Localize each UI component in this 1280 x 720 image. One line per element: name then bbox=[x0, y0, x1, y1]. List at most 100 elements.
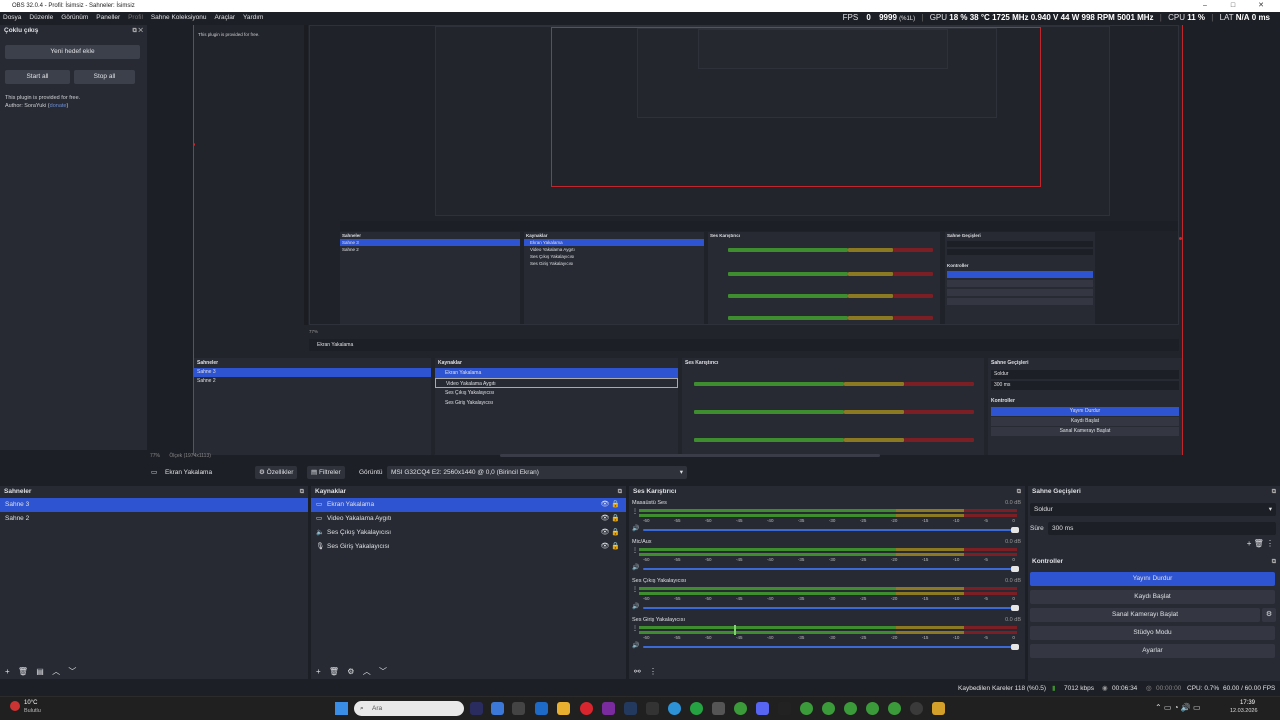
more-icon[interactable]: ⋮ bbox=[649, 667, 657, 676]
dock-float-icon[interactable]: ⧉ bbox=[1017, 486, 1021, 498]
resize-handle-left[interactable] bbox=[194, 143, 195, 146]
transition-select[interactable]: Soldur ▾ bbox=[1030, 503, 1276, 516]
visibility-lock-icons[interactable]: 👁 🔒 bbox=[600, 526, 620, 540]
dock-float-icon[interactable]: ⧉ bbox=[1272, 556, 1276, 568]
add-target-button[interactable]: Yeni hedef ekle bbox=[5, 45, 140, 59]
menu-view[interactable]: Görünüm bbox=[58, 12, 91, 24]
source-item[interactable]: ▭ Video Yakalama Aygıtı 👁 🔒 bbox=[311, 512, 626, 526]
speaker-icon[interactable]: 🔊 bbox=[632, 525, 639, 532]
volume-knob[interactable] bbox=[1011, 566, 1019, 572]
taskbar-app-icon[interactable] bbox=[535, 702, 548, 715]
source-item[interactable]: ▭ Ekran Yakalama 👁 🔒 bbox=[311, 498, 626, 512]
more-icon[interactable]: ⋮ bbox=[632, 586, 638, 593]
chevron-down-icon[interactable]: ﹀ bbox=[68, 667, 76, 676]
dock-float-icon[interactable]: ⧉ bbox=[618, 486, 622, 498]
start-all-button[interactable]: Start all bbox=[5, 70, 70, 84]
scene-item[interactable]: Sahne 3 bbox=[0, 498, 308, 512]
add-icon[interactable]: + bbox=[316, 667, 321, 676]
start-vcam-button[interactable]: Sanal Kamerayı Başlat bbox=[1030, 608, 1260, 622]
vcam-settings-icon[interactable]: ⚙ bbox=[1262, 608, 1276, 622]
tray-icons[interactable]: ⌃ ▭ ◔ 🔊 ▭ bbox=[1155, 703, 1201, 712]
dock-float-icon[interactable]: ⧉ bbox=[1272, 486, 1276, 498]
visibility-lock-icons[interactable]: 👁 🔒 bbox=[600, 512, 620, 526]
duration-input[interactable]: 300 ms bbox=[1048, 522, 1276, 535]
chrome-icon[interactable] bbox=[888, 702, 901, 715]
more-icon[interactable]: ⋮ bbox=[632, 547, 638, 554]
close-button[interactable]: ✕ bbox=[1250, 0, 1272, 12]
chevron-up-icon[interactable]: ︿ bbox=[52, 667, 60, 676]
source-item[interactable]: 🔈 Ses Çıkış Yakalayıcısı 👁 🔒 bbox=[311, 526, 626, 540]
minimize-button[interactable]: – bbox=[1194, 0, 1216, 12]
taskbar-app-icon[interactable] bbox=[470, 702, 483, 715]
menu-docks[interactable]: Paneller bbox=[93, 12, 123, 24]
gear-icon[interactable]: ⚙ bbox=[347, 667, 354, 676]
stop-all-button[interactable]: Stop all bbox=[74, 70, 135, 84]
display-select[interactable]: MSI G32CQ4 E2: 2560x1440 @ 0,0 (Birincil… bbox=[387, 466, 687, 479]
taskbar-app-icon[interactable] bbox=[778, 702, 791, 715]
source-item[interactable]: 🎙 Ses Giriş Yakalayıcısı 👁 🔒 bbox=[311, 540, 626, 554]
start-record-button[interactable]: Kaydı Başlat bbox=[1030, 590, 1275, 604]
filter-icon[interactable]: ▤ bbox=[36, 667, 44, 676]
menu-help[interactable]: Yardım bbox=[240, 12, 266, 24]
add-icon[interactable]: + bbox=[5, 667, 10, 676]
trash-icon[interactable]: 🗑 bbox=[18, 667, 28, 676]
windows-start-icon[interactable] bbox=[335, 702, 348, 715]
folder-icon[interactable] bbox=[557, 702, 570, 715]
taskbar-app-icon[interactable] bbox=[602, 702, 615, 715]
volume-slider[interactable] bbox=[643, 566, 1019, 572]
weather-icon[interactable] bbox=[10, 701, 20, 711]
menu-file[interactable]: Dosya bbox=[0, 12, 24, 24]
chevron-up-icon[interactable]: ︿ bbox=[363, 667, 371, 676]
taskbar-search[interactable]: ⌕ Ara bbox=[354, 701, 464, 716]
transition-actions[interactable]: + 🗑 ⋮ bbox=[1247, 539, 1274, 548]
volume-slider[interactable] bbox=[643, 527, 1019, 533]
discord-icon[interactable] bbox=[756, 702, 769, 715]
more-icon[interactable]: ⋮ bbox=[632, 508, 638, 515]
dock-float-close-icons[interactable]: ⧉ ✕ bbox=[132, 25, 143, 37]
chrome-icon[interactable] bbox=[734, 702, 747, 715]
taskbar-app-icon[interactable] bbox=[932, 702, 945, 715]
volume-slider[interactable] bbox=[643, 644, 1019, 650]
speaker-icon[interactable]: 🔊 bbox=[632, 603, 639, 610]
volume-slider[interactable] bbox=[643, 605, 1019, 611]
properties-button[interactable]: ⚙ Özellikler bbox=[255, 466, 298, 479]
taskbar-app-icon[interactable] bbox=[712, 702, 725, 715]
steam-icon[interactable] bbox=[624, 702, 637, 715]
menu-profile[interactable]: Profil bbox=[125, 12, 146, 24]
whatsapp-icon[interactable] bbox=[690, 702, 703, 715]
studio-mode-button[interactable]: Stüdyo Modu bbox=[1030, 626, 1275, 640]
visibility-lock-icons[interactable]: 👁 🔒 bbox=[600, 540, 620, 554]
visibility-lock-icons[interactable]: 👁 🔒 bbox=[600, 498, 620, 512]
resize-handle-right[interactable] bbox=[1179, 237, 1182, 240]
preview-canvas[interactable]: This plugin is provided for free. Sahnel… bbox=[193, 25, 1183, 455]
maximize-button[interactable]: □ bbox=[1222, 0, 1244, 12]
link-icon[interactable]: ⚯ bbox=[634, 667, 641, 676]
chrome-icon[interactable] bbox=[822, 702, 835, 715]
speaker-icon[interactable]: 🔊 bbox=[632, 564, 639, 571]
menu-tools[interactable]: Araçlar bbox=[211, 12, 238, 24]
filters-button[interactable]: ▤ Filtreler bbox=[307, 466, 345, 479]
taskbar-app-icon[interactable] bbox=[512, 702, 525, 715]
taskbar-app-icon[interactable] bbox=[646, 702, 659, 715]
chrome-icon[interactable] bbox=[844, 702, 857, 715]
dock-float-icon[interactable]: ⧉ bbox=[300, 486, 304, 498]
taskbar-app-icon[interactable] bbox=[580, 702, 593, 715]
more-icon[interactable]: ⋮ bbox=[632, 625, 638, 632]
speaker-icon[interactable]: 🔊 bbox=[632, 642, 639, 649]
taskbar-app-icon[interactable] bbox=[491, 702, 504, 715]
volume-knob[interactable] bbox=[1011, 605, 1019, 611]
volume-knob[interactable] bbox=[1011, 527, 1019, 533]
chevron-down-icon[interactable]: ﹀ bbox=[379, 667, 387, 676]
scene-item[interactable]: Sahne 2 bbox=[0, 512, 308, 526]
preview-scrollbar[interactable] bbox=[500, 454, 880, 457]
menu-edit[interactable]: Düzenle bbox=[26, 12, 56, 24]
donate-link[interactable]: donate bbox=[50, 103, 67, 109]
telegram-icon[interactable] bbox=[668, 702, 681, 715]
trash-icon[interactable]: 🗑 bbox=[329, 667, 339, 676]
preview-zoom[interactable]: 77% bbox=[150, 453, 160, 459]
chrome-icon[interactable] bbox=[866, 702, 879, 715]
chrome-icon[interactable] bbox=[800, 702, 813, 715]
menu-scene-collection[interactable]: Sahne Koleksiyonu bbox=[148, 12, 210, 24]
stop-stream-button[interactable]: Yayını Durdur bbox=[1030, 572, 1275, 586]
obs-icon[interactable] bbox=[910, 702, 923, 715]
